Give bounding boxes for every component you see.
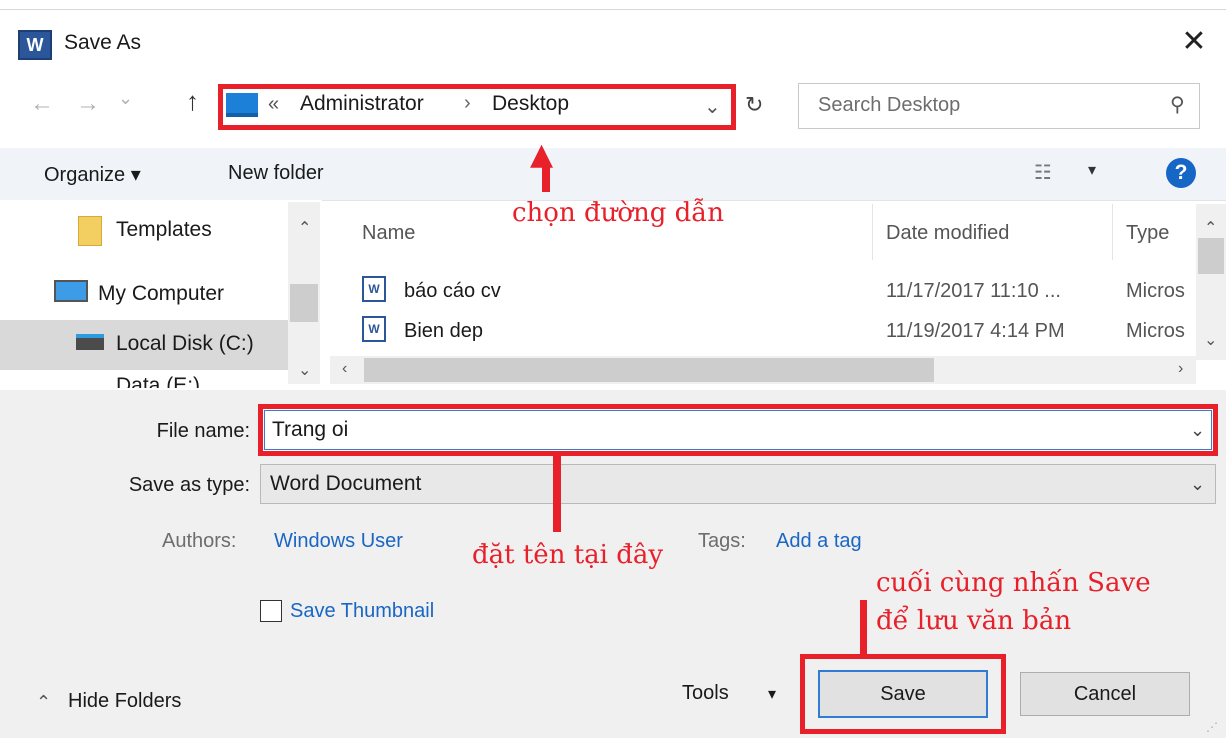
sidebar-item-data[interactable]: Data (E:) <box>116 374 200 388</box>
forward-arrow-icon[interactable]: → <box>76 90 100 118</box>
save-type-value[interactable]: Word Document <box>270 472 421 496</box>
column-header-name[interactable]: Name <box>362 222 415 245</box>
title-bar <box>0 0 1226 74</box>
back-arrow-icon[interactable]: ← <box>30 90 54 118</box>
file-name-value[interactable]: Trang oi <box>272 418 348 442</box>
tools-dropdown-icon[interactable]: ▾ <box>768 684 776 704</box>
authors-label: Authors: <box>162 530 237 552</box>
word-file-icon: W <box>362 276 386 302</box>
nav-scroll-down-icon[interactable]: ⌄ <box>298 360 311 380</box>
file-name-label: File name: <box>156 420 250 442</box>
address-dropdown-icon[interactable]: ⌄ <box>704 94 721 119</box>
disk-icon <box>76 334 104 350</box>
breadcrumb-desktop[interactable]: Desktop <box>492 92 569 116</box>
computer-icon <box>54 280 88 302</box>
file-name-input[interactable] <box>264 410 1212 450</box>
nav-scrollbar-thumb[interactable] <box>290 284 318 322</box>
save-button[interactable]: Save <box>818 670 988 718</box>
file-row-type: Micros <box>1126 320 1185 342</box>
annotation-arrow-shaft <box>542 166 550 192</box>
folder-icon <box>78 216 102 246</box>
annotation-save-line <box>860 600 867 656</box>
save-thumbnail-label[interactable]: Save Thumbnail <box>290 600 434 623</box>
tags-label: Tags: <box>698 530 746 552</box>
cancel-button[interactable]: Cancel <box>1020 672 1190 716</box>
computer-icon <box>226 93 258 117</box>
file-row-name[interactable]: Bien dep <box>404 320 483 343</box>
refresh-icon[interactable]: ↻ <box>745 92 763 118</box>
save-type-dropdown-icon[interactable]: ⌄ <box>1190 474 1205 495</box>
file-name-dropdown-icon[interactable]: ⌄ <box>1190 420 1205 441</box>
search-placeholder: Search Desktop <box>818 94 961 116</box>
save-type-label: Save as type: <box>128 474 250 496</box>
save-thumbnail-checkbox[interactable] <box>260 600 282 622</box>
tools-button[interactable]: Tools <box>682 682 729 705</box>
nav-scroll-up-icon[interactable]: ⌃ <box>298 218 311 238</box>
organize-button[interactable]: Organize ▾ <box>44 162 141 187</box>
up-arrow-icon[interactable]: ↑ <box>186 86 199 117</box>
search-icon[interactable]: ⚲ <box>1170 92 1185 117</box>
annotation-save-line1: cuối cùng nhấn Save <box>876 568 1151 598</box>
hide-folders-button[interactable]: Hide Folders <box>68 690 181 713</box>
window-title: Save As <box>64 31 142 54</box>
column-divider[interactable] <box>1112 204 1113 260</box>
file-row-date: 11/17/2017 11:10 ... <box>886 280 1061 302</box>
view-options-icon[interactable]: ☷ <box>1034 160 1052 185</box>
annotation-save-line2: để lưu văn bản <box>876 606 1072 636</box>
sidebar-item-local-disk[interactable]: Local Disk (C:) <box>116 332 254 356</box>
authors-field[interactable]: Windows User <box>274 530 403 553</box>
top-strip <box>0 0 1226 10</box>
address-bar[interactable] <box>218 84 736 130</box>
help-icon[interactable]: ? <box>1166 158 1196 188</box>
file-scroll-left-icon[interactable]: ‹ <box>342 360 347 378</box>
recent-locations-icon[interactable]: ⌄ <box>118 88 133 109</box>
file-scroll-up-icon[interactable]: ⌃ <box>1204 218 1217 238</box>
sidebar-item-data-clip: Data (E:) <box>116 374 286 388</box>
view-dropdown-icon[interactable]: ▾ <box>1088 160 1096 180</box>
word-file-icon: W <box>362 316 386 342</box>
sidebar-item-my-computer[interactable]: My Computer <box>98 282 224 306</box>
word-app-icon: W <box>18 30 52 60</box>
close-button[interactable]: ✕ <box>1176 24 1212 60</box>
column-divider[interactable] <box>872 204 873 260</box>
file-row-type: Micros <box>1126 280 1185 302</box>
file-list-vscroll-thumb[interactable] <box>1198 238 1224 274</box>
file-row-name[interactable]: báo cáo cv <box>404 280 501 303</box>
column-header-date[interactable]: Date modified <box>886 222 1009 245</box>
new-folder-button[interactable]: New folder <box>228 162 324 185</box>
tags-field[interactable]: Add a tag <box>776 530 862 553</box>
sidebar-item-templates[interactable]: Templates <box>116 218 212 242</box>
file-scroll-down-icon[interactable]: ⌄ <box>1204 330 1217 350</box>
breadcrumb-separator-icon[interactable]: › <box>464 92 471 115</box>
breadcrumb-administrator[interactable]: Administrator <box>300 92 424 116</box>
resize-grip-icon[interactable]: ⋰ <box>1206 720 1218 734</box>
annotation-path: chọn đường dẫn <box>512 198 724 228</box>
column-header-type[interactable]: Type <box>1126 222 1169 245</box>
annotation-name-line <box>553 456 561 532</box>
file-list-hscroll-thumb[interactable] <box>364 358 934 382</box>
breadcrumb-overflow-icon[interactable]: « <box>268 93 279 116</box>
file-scroll-right-icon[interactable]: › <box>1178 360 1183 378</box>
hide-folders-icon[interactable]: ⌃ <box>36 692 51 713</box>
file-row-date: 11/19/2017 4:14 PM <box>886 320 1065 342</box>
annotation-name: đặt tên tại đây <box>472 540 664 570</box>
